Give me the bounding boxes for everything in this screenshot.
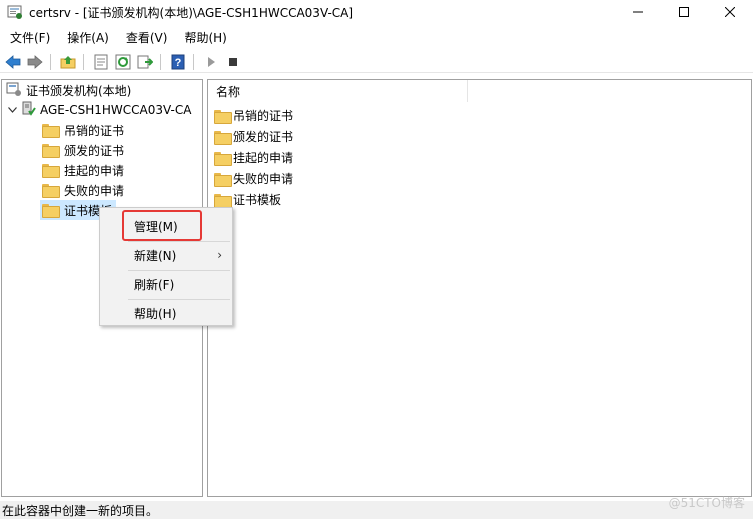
column-header-name[interactable]: 名称 [208,80,468,102]
context-menu-refresh[interactable]: 刷新(F) [100,273,232,295]
context-menu-label: 刷新(F) [134,277,175,292]
certsrv-app-icon [7,4,23,20]
folder-icon [42,144,60,158]
ca-server-icon [20,101,36,120]
tree-item-revoked[interactable]: 吊销的证书 [42,120,124,140]
folder-icon [214,109,232,124]
toolbar-separator [83,53,84,70]
list-item[interactable]: 失败的申请 [214,168,293,189]
properties-icon[interactable] [92,53,110,71]
list-item[interactable]: 挂起的申请 [214,147,293,168]
close-icon [725,7,735,17]
play-icon[interactable] [202,53,220,71]
ca-root-icon [6,81,22,100]
list-item-label: 证书模板 [233,193,282,207]
context-menu-separator [128,299,230,300]
svg-text:?: ? [175,57,182,69]
folder-icon [42,124,60,138]
folder-icon [214,172,232,187]
tree-root-label: 证书颁发机构(本地) [26,83,132,98]
tree-item-label: 挂起的申请 [64,163,125,178]
folder-icon [42,204,60,218]
tree-item-label: 颁发的证书 [64,143,125,158]
up-folder-icon[interactable] [59,53,77,71]
chevron-right-icon: › [217,248,222,262]
folder-icon [42,184,60,198]
back-arrow-icon[interactable] [4,53,22,71]
title-bar: certsrv - [证书颁发机构(本地)\AGE-CSH1HWCCA03V-C… [0,0,753,24]
column-header-row: 名称 [208,80,751,102]
details-pane: 名称 吊销的证书 颁发的证书 挂起的申请 失败的申请 证书模板 [207,79,752,497]
context-menu-label: 帮助(H) [134,306,177,321]
refresh-icon[interactable] [114,53,132,71]
tree-item-label: 吊销的证书 [64,123,125,138]
minimize-icon [633,11,643,13]
highlight-annotation [122,210,202,241]
status-text: 在此容器中创建一新的项目。 [2,503,159,518]
list-item-label: 失败的申请 [233,172,294,186]
folder-icon [214,151,232,166]
tree-item-issued[interactable]: 颁发的证书 [42,140,124,160]
context-menu-label: 新建(N) [134,248,177,263]
list-item[interactable]: 吊销的证书 [214,105,293,126]
toolbar-separator [193,53,194,70]
minimize-button[interactable] [615,0,661,24]
menu-help[interactable]: 帮助(H) [174,29,233,46]
tree-ca-node[interactable]: AGE-CSH1HWCCA03V-CA [6,100,191,120]
chevron-down-icon[interactable] [6,107,18,113]
tree-root[interactable]: 证书颁发机构(本地) [6,80,131,100]
folder-icon [42,164,60,178]
status-bar: 在此容器中创建一新的项目。 [0,501,753,519]
context-menu-separator [128,270,230,271]
menu-file[interactable]: 文件(F) [0,29,57,46]
help-icon[interactable]: ? [169,53,187,71]
context-menu-separator [128,241,230,242]
tree-item-failed[interactable]: 失败的申请 [42,180,124,200]
close-button[interactable] [707,0,753,24]
watermark: @51CTO博客 [668,496,745,510]
toolbar-separator [50,53,51,70]
context-menu-help[interactable]: 帮助(H) [100,302,232,324]
export-icon[interactable] [136,53,154,71]
folder-icon [214,130,232,145]
tree-item-label: 失败的申请 [64,183,125,198]
folder-icon [214,193,232,208]
list-item-label: 挂起的申请 [233,151,294,165]
tree-item-pending[interactable]: 挂起的申请 [42,160,124,180]
toolbar: ? [0,51,753,73]
list-item-label: 吊销的证书 [233,109,294,123]
stop-icon[interactable] [224,53,242,71]
maximize-button[interactable] [661,0,707,24]
context-menu-new[interactable]: 新建(N) › [100,244,232,266]
menu-action[interactable]: 操作(A) [57,29,116,46]
forward-arrow-icon[interactable] [26,53,44,71]
menu-bar: 文件(F) 操作(A) 查看(V) 帮助(H) [0,27,234,47]
menu-view[interactable]: 查看(V) [116,29,175,46]
tree-ca-label: AGE-CSH1HWCCA03V-CA [40,103,192,117]
window-title: certsrv - [证书颁发机构(本地)\AGE-CSH1HWCCA03V-C… [29,5,354,20]
maximize-icon [679,7,689,17]
list-item[interactable]: 颁发的证书 [214,126,293,147]
list-item-label: 颁发的证书 [233,130,294,144]
toolbar-separator [160,53,161,70]
